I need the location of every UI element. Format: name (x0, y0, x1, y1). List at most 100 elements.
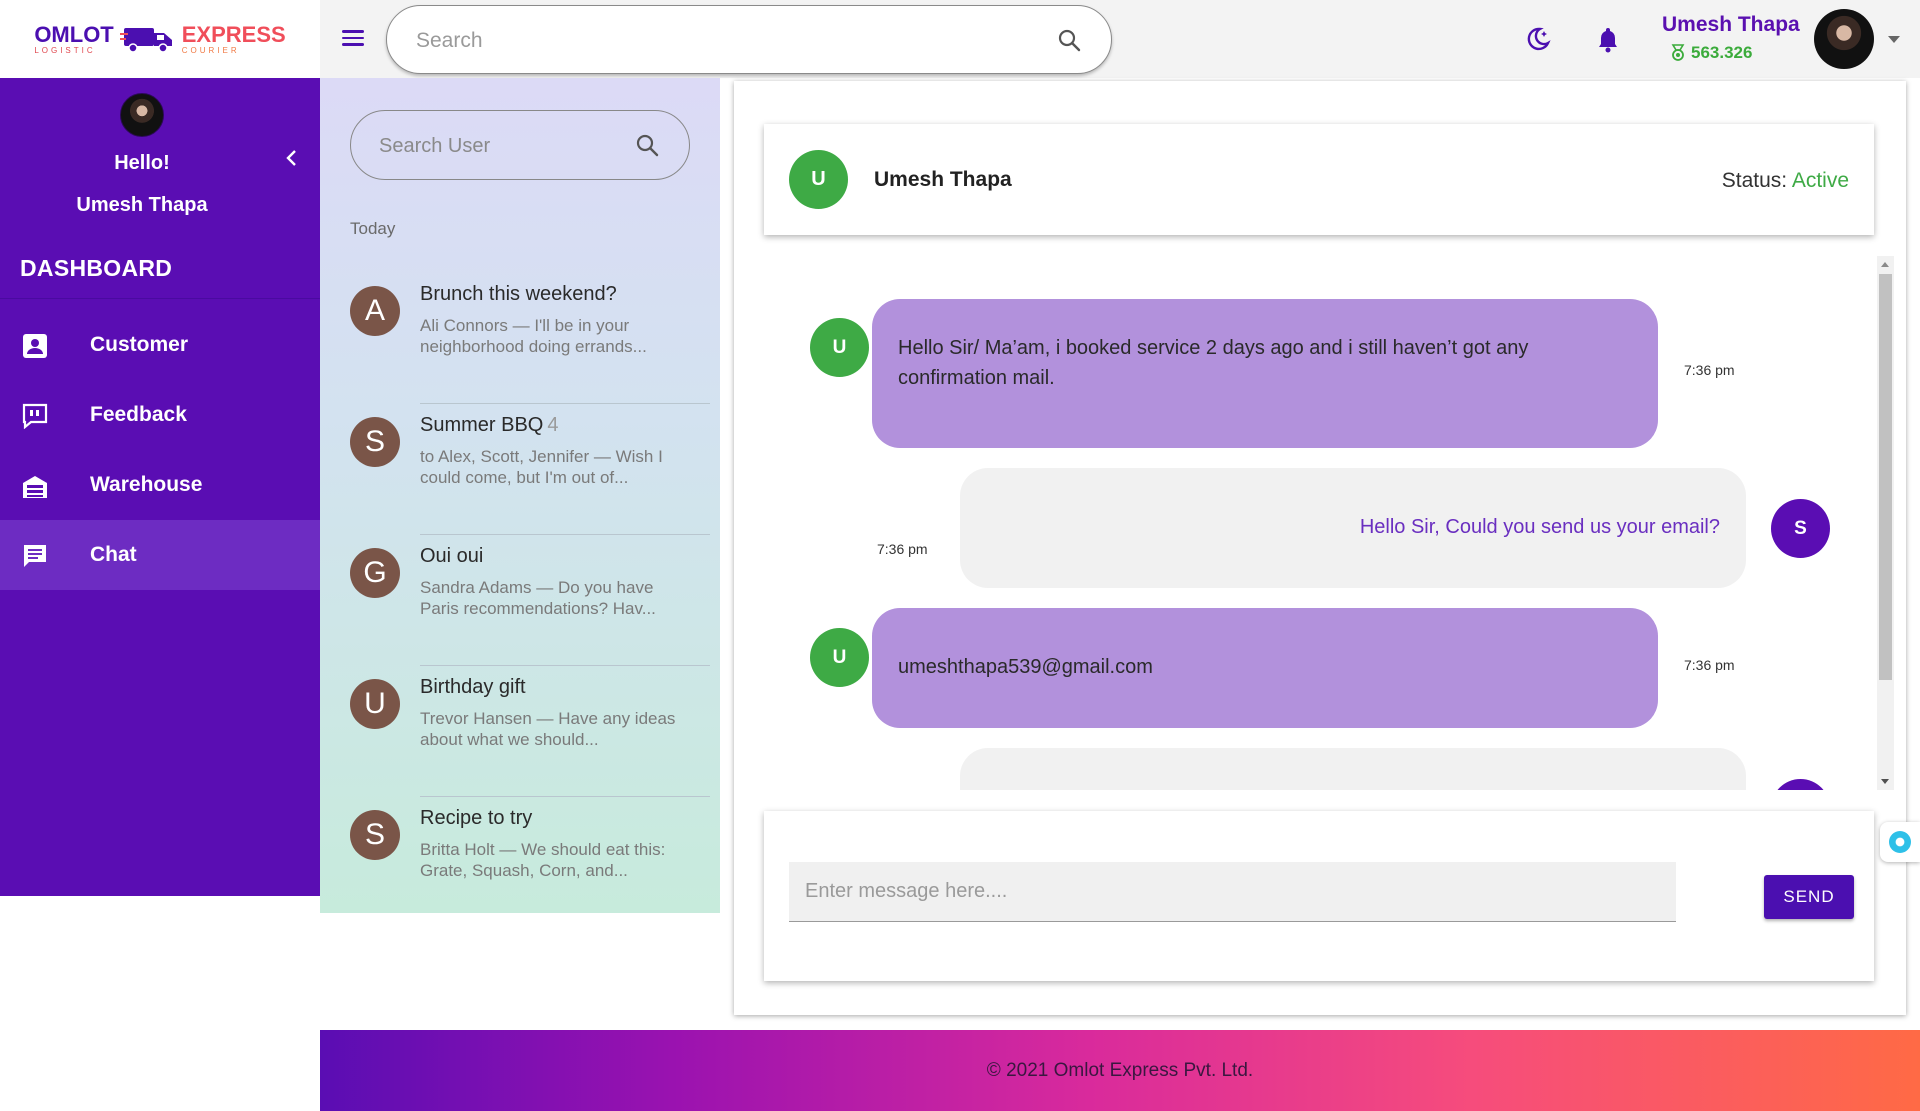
message-avatar: S (1771, 499, 1830, 558)
dark-mode-moon-icon[interactable] (1524, 25, 1552, 53)
search-icon[interactable] (635, 133, 659, 157)
conversation-title: Summer BBQ 4 (420, 414, 558, 437)
global-search (386, 5, 1112, 74)
profile-dropdown-caret-icon[interactable] (1888, 36, 1900, 43)
message-list[interactable]: U Hello Sir/ Ma’am, i booked service 2 d… (734, 256, 1894, 790)
conversation-preview: Trevor Hansen — Have any ideas about wha… (420, 709, 676, 749)
message-list-scrollbar[interactable] (1877, 256, 1894, 790)
logo-word-express: EXPRESS (181, 21, 286, 47)
conversation-avatar: A (350, 286, 400, 336)
contact-card-icon (23, 334, 47, 358)
logo[interactable]: OMLOT LOGISTIC EXPRESS COURIER (0, 0, 320, 78)
global-search-input[interactable] (416, 26, 1016, 56)
logo-sub-courier: COURIER (181, 45, 240, 55)
conversation-item[interactable]: U Birthday gift Trevor Hansen — Have any… (320, 666, 720, 797)
scrollbar-thumb[interactable] (1879, 274, 1892, 680)
collapse-sidebar-chevron-icon[interactable] (284, 148, 300, 168)
conversation-title-text: Birthday gift (420, 676, 526, 698)
message-time: 7:36 pm (877, 541, 928, 557)
medal-icon (1671, 44, 1685, 61)
conversation-title-text: Brunch this weekend? (420, 283, 617, 305)
logo-sub-logistic: LOGISTIC (34, 45, 96, 55)
conversation-title-text: Summer BBQ (420, 414, 544, 436)
conversation-title: Oui oui (420, 545, 483, 568)
conversation-item[interactable]: A Brunch this weekend? Ali Connors — I'l… (320, 273, 720, 404)
conversation-item[interactable]: S Recipe to try Britta Holt — We should … (320, 797, 720, 928)
logo-word-omlot: OMLOT (34, 21, 114, 47)
contact-status: Status: Active (1722, 169, 1849, 193)
sidebar-item-label: Chat (90, 543, 137, 566)
sidebar-item-chat[interactable]: Chat (0, 520, 320, 590)
sidebar-item-customer[interactable]: Customer (0, 310, 320, 380)
feedback-icon (22, 403, 48, 429)
user-search (350, 110, 690, 180)
contact-name: Umesh Thapa (874, 168, 1012, 191)
message-bubble-outgoing (960, 748, 1746, 790)
chat-header: U Umesh Thapa Status: Active (764, 124, 1874, 235)
sidebar-item-label: Warehouse (90, 473, 203, 496)
sidebar-divider (0, 298, 320, 299)
message-avatar: U (810, 318, 869, 377)
message-avatar (1771, 779, 1830, 790)
sidebar: Hello! Umesh Thapa DASHBOARD Customer Fe… (0, 78, 320, 896)
conversation-count-badge: 4 (547, 414, 559, 436)
message-bubble-incoming: Hello Sir/ Ma’am, i booked service 2 day… (872, 299, 1658, 448)
conversation-list-panel: Today A Brunch this weekend? Ali Connors… (320, 78, 720, 913)
chat-panel: U Umesh Thapa Status: Active U Hello Sir… (734, 81, 1906, 1015)
conversation-preview: Sandra Adams — Do you have Paris recomme… (420, 578, 656, 618)
status-value: Active (1791, 169, 1849, 192)
user-search-input[interactable] (379, 131, 619, 161)
conversation-title: Recipe to try (420, 807, 532, 830)
message-bubble-outgoing: Hello Sir, Could you send us your email? (960, 468, 1746, 588)
notification-bell-icon[interactable] (1594, 25, 1622, 53)
warehouse-icon (23, 476, 47, 498)
assistant-bubble-icon (1889, 831, 1911, 853)
conversation-item[interactable]: S Summer BBQ 4 to Alex, Scott, Jennifer —… (320, 404, 720, 535)
scroll-down-arrow-icon[interactable] (1881, 779, 1889, 784)
footer: © 2021 Omlot Express Pvt. Ltd. (320, 1030, 1920, 1111)
conversation-item[interactable]: G Oui oui Sandra Adams — Do you have Par… (320, 535, 720, 666)
floating-assistant-widget[interactable] (1880, 822, 1920, 862)
message-text: umeshthapa539@gmail.com (898, 656, 1153, 678)
chat-icon (24, 545, 46, 567)
conversation-avatar: S (350, 810, 400, 860)
sidebar-greeting: Hello! (114, 152, 170, 174)
sidebar-item-feedback[interactable]: Feedback (0, 380, 320, 450)
message-composer: SEND (764, 811, 1874, 981)
conversation-title: Brunch this weekend? (420, 283, 617, 306)
message-text: Hello Sir, Could you send us your email? (1359, 516, 1720, 538)
conversation-preview: Britta Holt — We should eat this: Grate,… (420, 840, 666, 880)
conversation-group-label: Today (350, 219, 396, 238)
points-value: 563.326 (1691, 43, 1753, 62)
conversation-avatar: U (350, 679, 400, 729)
points-balance: 563.326 (1670, 43, 1752, 63)
conversation-preview: Ali Connors — I'll be in your neighborho… (420, 316, 647, 356)
footer-copyright: © 2021 Omlot Express Pvt. Ltd. (986, 1059, 1254, 1081)
send-button[interactable]: SEND (1764, 875, 1854, 919)
header-avatar[interactable] (1814, 9, 1874, 69)
sidebar-item-warehouse[interactable]: Warehouse (0, 450, 320, 520)
message-time: 7:36 pm (1684, 657, 1735, 673)
conversation-avatar: G (350, 548, 400, 598)
conversation-avatar: S (350, 417, 400, 467)
truck-icon (119, 28, 172, 53)
conversation-title: Birthday gift (420, 676, 526, 699)
message-input[interactable] (789, 862, 1676, 922)
status-label: Status: (1721, 169, 1788, 192)
scroll-up-arrow-icon[interactable] (1881, 262, 1889, 267)
top-bar: Umesh Thapa 563.326 (320, 0, 1920, 78)
contact-avatar: U (789, 150, 848, 209)
conversation-title-text: Recipe to try (420, 807, 533, 829)
sidebar-avatar (120, 93, 164, 137)
message-time: 7:36 pm (1684, 362, 1735, 378)
conversation-preview: to Alex, Scott, Jennifer — Wish I could … (420, 447, 663, 487)
header-user-name[interactable]: Umesh Thapa (1662, 13, 1800, 37)
hamburger-menu-icon[interactable] (342, 26, 368, 48)
search-icon[interactable] (1057, 28, 1081, 52)
message-avatar: U (810, 628, 869, 687)
sidebar-item-label: Customer (90, 333, 189, 356)
message-bubble-incoming: umeshthapa539@gmail.com (872, 608, 1658, 728)
message-text: Hello Sir/ Ma’am, i booked service 2 day… (898, 337, 1529, 389)
sidebar-item-label: Feedback (90, 403, 187, 426)
sidebar-user-name: Umesh Thapa (76, 194, 208, 216)
